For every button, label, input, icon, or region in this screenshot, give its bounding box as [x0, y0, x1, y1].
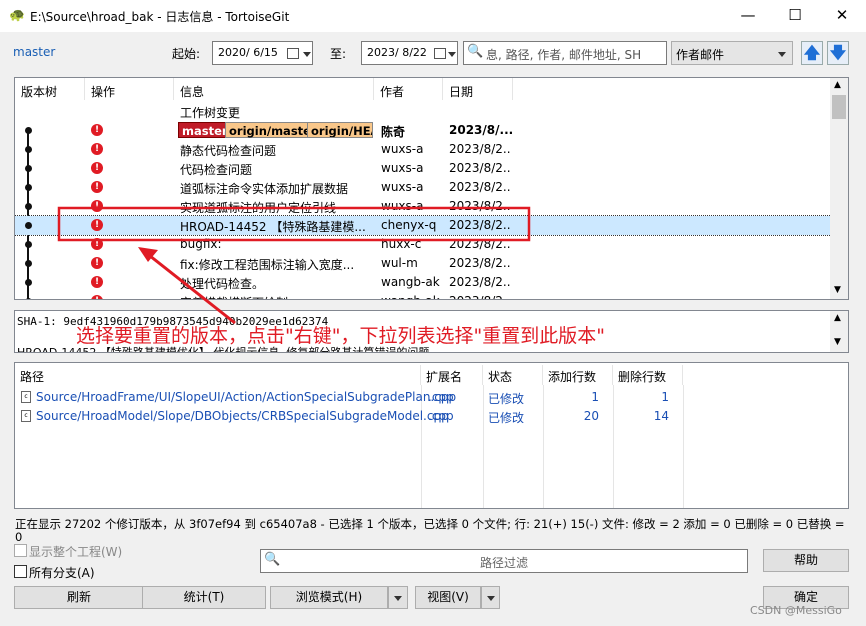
annotation-arrow-line [144, 250, 236, 325]
selection-highlight-box [57, 206, 531, 242]
annotation-text: 选择要重置的版本，点击"右键"，下拉列表选择"重置到此版本" [76, 325, 605, 347]
annotation-overlay [57, 206, 531, 325]
